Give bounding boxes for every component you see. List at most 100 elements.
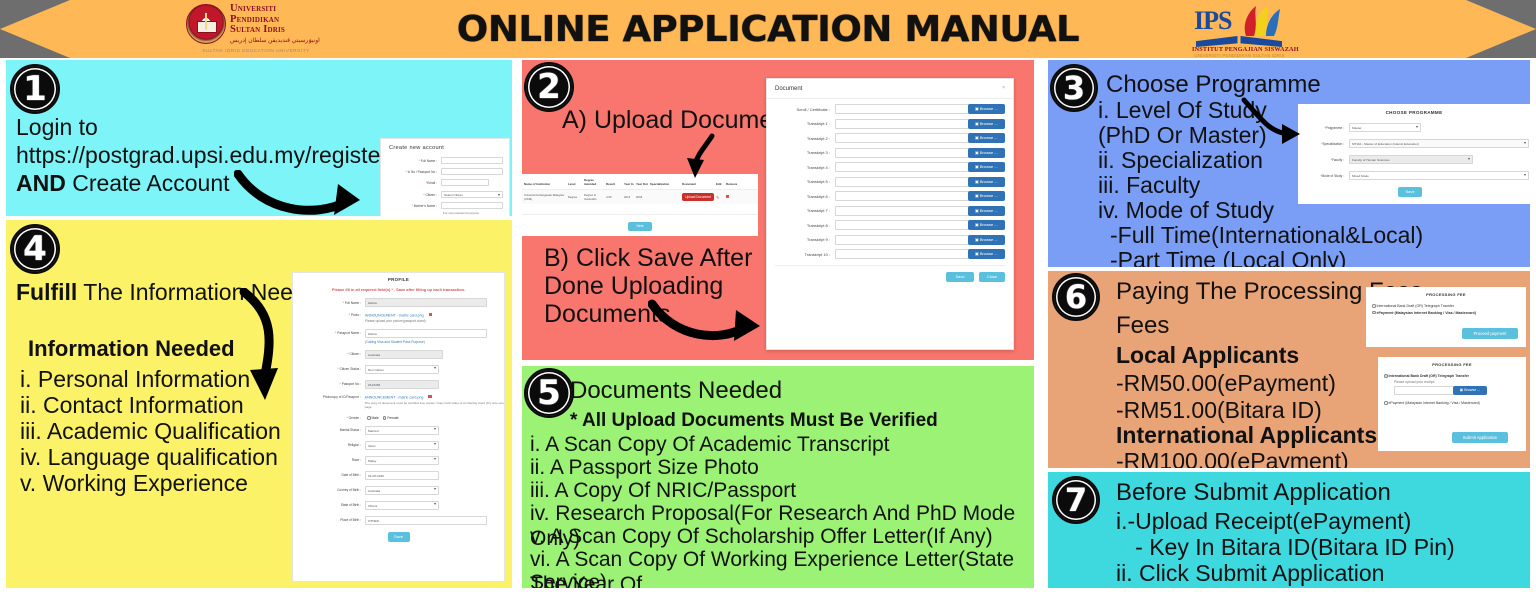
cp-title: CHOOSE PROGRAMME (1385, 110, 1443, 115)
cp-value-modeofstudy: Mixed Mode (1352, 174, 1369, 178)
document-row-browse-button-2[interactable]: ▣ Browse ... (967, 133, 1005, 143)
document-row-input-1[interactable] (835, 118, 969, 129)
pf2-radio-epayment[interactable] (1384, 401, 1388, 405)
ca-input-fullname[interactable] (441, 157, 503, 164)
pf-input-passportno[interactable]: Z123456 (365, 379, 439, 389)
step-2-arrow-right-icon (648, 299, 760, 341)
pf-photo-filename[interactable]: ANNOUNCEMENT - matric card.png (365, 313, 424, 317)
pf-select-marital[interactable]: Married (365, 425, 439, 435)
pf-save-button[interactable]: Save (387, 531, 410, 542)
pf-input-place[interactable]: OTHER (365, 515, 487, 525)
pf-input-passportname[interactable]: Zarina (365, 328, 487, 338)
document-row-input-0[interactable] (835, 104, 969, 114)
processing-fee-screenshot-2: PROCESSING FEE International Bank Draft … (1378, 357, 1526, 451)
document-row-browse-button-5[interactable]: ▣ Browse ... (967, 176, 1005, 187)
delete-icon[interactable] (726, 194, 730, 199)
document-row-browse-button-8[interactable]: ▣ Browse ... (967, 220, 1005, 230)
pf-photo-hint: Please upload your picture(passport-size… (365, 318, 426, 323)
step-4-panel: 4 Fulfill The Information Needed Informa… (6, 220, 512, 588)
document-row-browse-button-10[interactable]: ▣ Browse ... (967, 249, 1005, 259)
step-5-item-6: Service) (530, 571, 608, 588)
document-modal-save-button[interactable]: Save (946, 272, 974, 282)
document-row-label-6: Transkript 6 : (806, 193, 831, 199)
document-row: Transkript 10 : ▣ Browse ... (775, 249, 1005, 259)
pf-input-fullname[interactable]: Zarina (365, 298, 487, 307)
pf2-receipt-input[interactable] (1394, 386, 1454, 395)
pf-label-7: Gender : (348, 415, 361, 420)
step-6-intl-heading: International Applicants (1116, 422, 1378, 448)
document-row-browse-button-1[interactable]: ▣ Browse ... (967, 118, 1005, 129)
pf-ic-filename[interactable]: ANNOUNCEMENT - matric card.png (365, 395, 424, 399)
document-row-label-4: Transkript 4 : (806, 164, 831, 170)
cp-select-faculty[interactable]: Faculty of Human Sciences (1349, 155, 1473, 164)
document-row-label-5: Transkript 5 : (806, 179, 831, 184)
pf-select-citizenstatus[interactable]: Non Citizen (365, 364, 439, 374)
pf-radio-female-label: Female (387, 415, 399, 420)
document-row: Transkript 9 : ▣ Browse ... (775, 234, 1005, 245)
document-row-input-8[interactable] (835, 220, 969, 230)
ca-select-citizen[interactable]: Select Citizen (441, 191, 503, 198)
ca-input-email[interactable] (441, 179, 489, 186)
pf-label-10: Race : (351, 458, 361, 463)
pf-radio-female[interactable] (382, 416, 387, 420)
pf-select-country[interactable]: Australia (365, 485, 439, 495)
cp-label-2: Faculty : (1331, 157, 1344, 162)
pf1-radio-bankdraft[interactable] (1372, 304, 1376, 308)
pf-radio-male[interactable] (367, 416, 371, 420)
document-row-input-9[interactable] (835, 234, 969, 245)
cp-select-modeofstudy[interactable]: Mixed Mode (1349, 171, 1529, 180)
document-row-label-9: Transkript 9 : (806, 237, 831, 242)
document-row-browse-button-4[interactable]: ▣ Browse ... (967, 162, 1005, 172)
pf-select-religion[interactable]: Islam (365, 440, 439, 450)
ca-input-mother[interactable] (441, 202, 503, 209)
step-1-line-1: Login to (16, 114, 98, 140)
pf2-browse-button[interactable]: ▣ Browse ... (1453, 386, 1487, 395)
pf2-option-0: International Bank Draft (OR) Telegraph … (1388, 374, 1469, 378)
step-3-item-6: -Part Time (Local Only) (1110, 247, 1347, 268)
ca-input-ic[interactable] (441, 168, 503, 175)
pf-select-state[interactable]: Others (365, 500, 439, 510)
document-row-input-4[interactable] (835, 162, 969, 172)
document-row-input-10[interactable] (835, 249, 969, 259)
document-row-input-7[interactable] (835, 205, 969, 216)
document-row: Transkript 5 : ▣ Browse ... (775, 176, 1005, 187)
pf2-radio-bankdraft[interactable] (1384, 374, 1388, 378)
step-2-arrow-down-icon (687, 133, 715, 178)
document-row-browse-button-3[interactable]: ▣ Browse ... (967, 147, 1005, 158)
document-row: Transkript 7 : ▣ Browse ... (775, 205, 1005, 216)
document-row-input-6[interactable] (835, 191, 969, 201)
pf-input-dob[interactable]: 01-05-1990 (365, 470, 439, 480)
at-col-0: Name of Institution (524, 182, 551, 186)
pf1-proceed-payment-button[interactable]: Proceed payment (1462, 328, 1518, 339)
cp-select-specialization[interactable]: MT110 - Master of Education (Islamic Edu… (1349, 139, 1529, 148)
document-modal-close-button[interactable]: Close (979, 272, 1005, 282)
ca-label-4: Mother's Name : (413, 203, 437, 208)
step-2-line-c: Done Uploading (544, 272, 724, 300)
pf2-submit-application-button[interactable]: Submit Application (1452, 432, 1508, 443)
pf1-radio-epayment[interactable] (1372, 310, 1376, 315)
pf-select-race[interactable]: Malay (365, 455, 439, 465)
pf-label-12: Country of Birth : (337, 488, 361, 493)
step-5-title: Documents Needed (570, 377, 783, 404)
close-icon[interactable]: × (1002, 85, 1005, 91)
pf-value-place: OTHER (368, 518, 379, 523)
document-row-input-5[interactable] (835, 176, 969, 187)
document-row-browse-button-6[interactable]: ▣ Browse ... (967, 191, 1005, 201)
at-next-button[interactable]: Next (628, 222, 652, 231)
document-row-browse-button-0[interactable]: ▣ Browse ... (967, 104, 1005, 114)
at-upload-document-button[interactable]: Upload Document (682, 193, 714, 201)
ips-flames-icon (1244, 6, 1280, 36)
document-row-input-2[interactable] (835, 133, 969, 143)
cp-save-button[interactable]: Save (1398, 187, 1422, 197)
cp-select-programme[interactable]: Master (1349, 123, 1421, 132)
pf-photo-remove-icon[interactable] (428, 313, 432, 317)
at-cell-level: Degree (568, 195, 578, 199)
document-row-browse-button-7[interactable]: ▣ Browse ... (967, 205, 1005, 216)
step-4-item-1: ii. Contact Information (20, 392, 244, 418)
pf-value-citizen: Australia (368, 352, 381, 357)
document-row-browse-button-9[interactable]: ▣ Browse ... (967, 234, 1005, 245)
pf-ic-remove-icon[interactable] (428, 394, 432, 399)
document-row-input-3[interactable] (835, 147, 969, 158)
pf-input-citizen[interactable]: Australia (365, 349, 443, 359)
pencil-icon[interactable]: ✎ (716, 195, 726, 200)
